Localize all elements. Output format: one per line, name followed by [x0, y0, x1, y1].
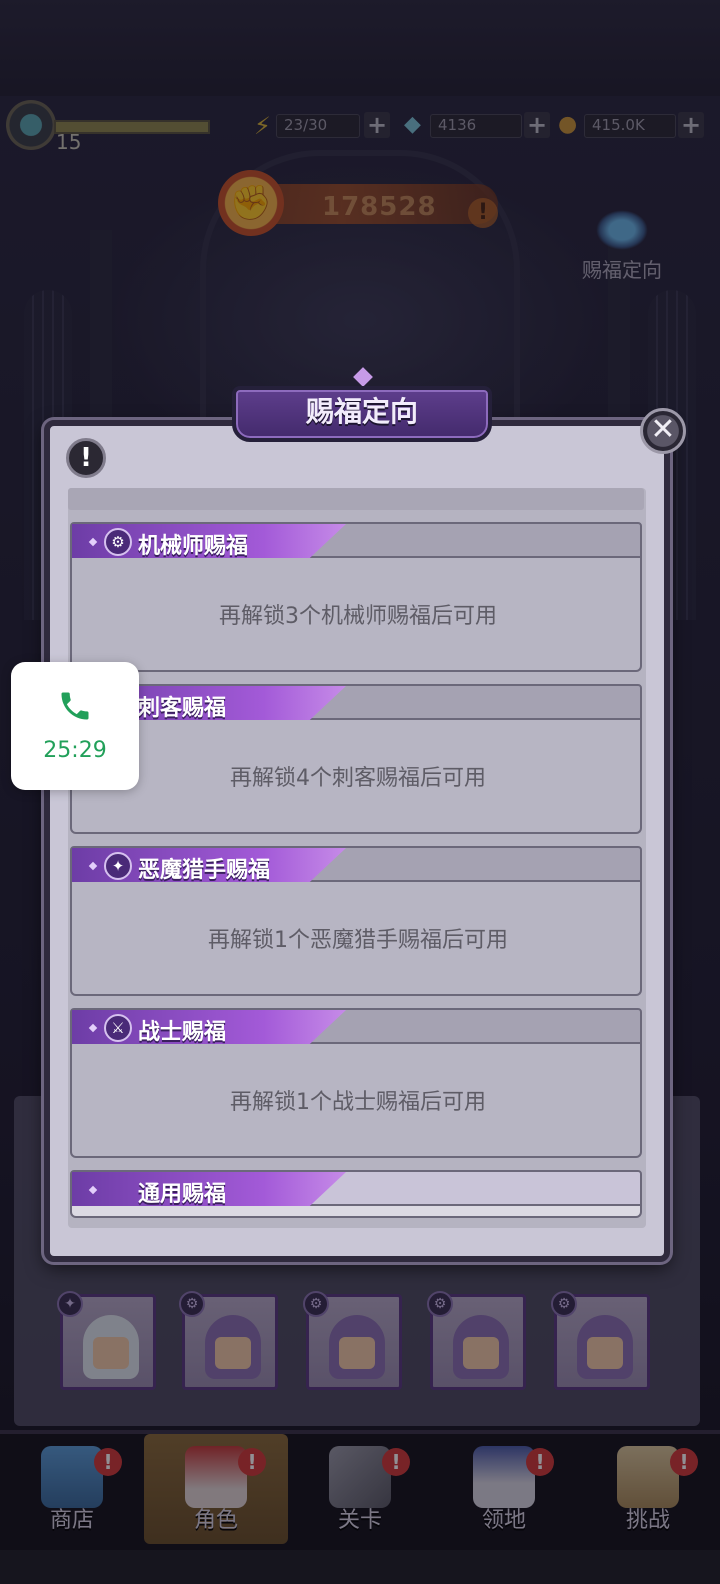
- section-body: [70, 1206, 642, 1218]
- section-body: 再解锁4个刺客赐福后可用: [70, 720, 642, 834]
- sword-icon: ⚔: [104, 1014, 132, 1042]
- section-header: ⚔ 战士赐福: [70, 1008, 642, 1046]
- section-header: ⚔ 刺客赐福: [70, 684, 642, 722]
- list-top-edge: [68, 488, 644, 510]
- title-gem-icon: [353, 367, 373, 387]
- dialog-title-plate: 赐福定向: [232, 367, 492, 448]
- section-header: 通用赐福: [70, 1170, 642, 1208]
- section-header: ✦ 恶魔猎手赐福: [70, 846, 642, 884]
- section-body: 再解锁1个恶魔猎手赐福后可用: [70, 882, 642, 996]
- info-icon[interactable]: !: [66, 438, 106, 478]
- hunter-icon: ✦: [104, 852, 132, 880]
- section-title: 恶魔猎手赐福: [138, 858, 271, 883]
- blessing-section-general: 通用赐福: [70, 1170, 642, 1320]
- section-title: 刺客赐福: [138, 696, 227, 721]
- dialog-title: 赐福定向: [305, 395, 418, 428]
- section-body: 再解锁3个机械师赐福后可用: [70, 558, 642, 672]
- section-title: 机械师赐福: [138, 534, 249, 559]
- blessing-section-assassin: ⚔ 刺客赐福 再解锁4个刺客赐福后可用: [70, 684, 642, 834]
- unlock-requirement-text: 再解锁1个恶魔猎手赐福后可用: [208, 928, 508, 953]
- section-header: ⚙ 机械师赐福: [70, 522, 642, 560]
- phone-icon: [61, 692, 89, 720]
- unlock-requirement-text: 再解锁4个刺客赐福后可用: [230, 766, 486, 791]
- gear-icon: ⚙: [104, 528, 132, 556]
- unlock-requirement-text: 再解锁3个机械师赐福后可用: [219, 604, 497, 629]
- section-body: 再解锁1个战士赐福后可用: [70, 1044, 642, 1158]
- section-title: 通用赐福: [138, 1182, 227, 1207]
- close-icon[interactable]: ✕: [640, 408, 686, 454]
- unlock-requirement-text: 再解锁1个战士赐福后可用: [230, 1090, 486, 1115]
- ongoing-call-widget[interactable]: 25:29: [11, 662, 139, 790]
- section-title: 战士赐福: [138, 1020, 227, 1045]
- blessing-section-mechanic: ⚙ 机械师赐福 再解锁3个机械师赐福后可用: [70, 522, 642, 672]
- call-duration: 25:29: [43, 738, 107, 763]
- blessing-section-warrior: ⚔ 战士赐福 再解锁1个战士赐福后可用: [70, 1008, 642, 1158]
- blessing-section-demon-hunter: ✦ 恶魔猎手赐福 再解锁1个恶魔猎手赐福后可用: [70, 846, 642, 996]
